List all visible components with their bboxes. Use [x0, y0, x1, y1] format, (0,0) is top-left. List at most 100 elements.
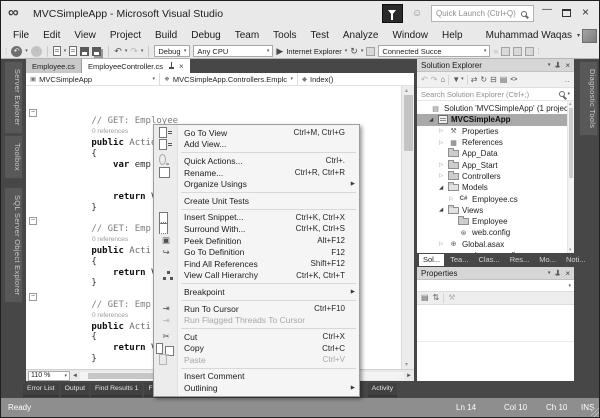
tool-window-tab[interactable]: Mo... [535, 254, 560, 266]
context-menu-item[interactable]: Paste Ctrl+V [154, 354, 359, 366]
navigate-back-caret-icon[interactable]: ▾ [25, 48, 28, 54]
tree-row[interactable]: ▷ ⊕ Global.asax [417, 239, 574, 250]
tree-row[interactable]: ▤ Solution 'MVCSimpleApp' (1 project) [417, 103, 574, 114]
context-menu-item[interactable]: Surround With... Ctrl+K, Ctrl+S [154, 223, 359, 235]
context-menu-item[interactable]: ↪ Go To Definition F12 [154, 246, 359, 258]
tree-row[interactable]: ▷ Controllers [417, 170, 574, 182]
context-menu-item[interactable]: Insert Snippet... Ctrl+K, Ctrl+X [154, 211, 359, 224]
solution-explorer-toolbar-icon[interactable]: ▾ [461, 77, 464, 82]
expander-icon[interactable]: ▷ [439, 162, 448, 168]
refresh-icon[interactable]: ↻ [350, 46, 358, 56]
solution-explorer-toolbar-icon[interactable]: ↶ [421, 75, 428, 84]
tree-row[interactable]: ▷ ⚒ Properties [417, 126, 574, 137]
menu-item[interactable]: Project [103, 28, 148, 43]
menu-item[interactable]: View [67, 28, 103, 43]
attach-icon[interactable] [366, 46, 376, 56]
pin-icon[interactable] [168, 62, 175, 70]
context-menu-item[interactable]: View Call Hierarchy Ctrl+K, Ctrl+T [154, 270, 359, 282]
context-menu-item[interactable]: Create Unit Tests [154, 195, 359, 207]
pin-icon[interactable] [555, 61, 561, 68]
tree-row[interactable]: ▷ App_Start [417, 159, 574, 170]
expander-icon[interactable]: ▷ [439, 173, 448, 179]
solution-explorer-search-input[interactable]: Search Solution Explorer (Ctrl+;) ▾ [417, 88, 574, 101]
menu-item[interactable]: Help [435, 28, 470, 43]
solution-explorer-toolbar-icon[interactable]: ▤ [500, 75, 508, 84]
expander-icon[interactable]: ▷ [439, 241, 448, 247]
project-dropdown[interactable]: ▣ MVCSimpleApp ▾ [26, 73, 160, 85]
window-position-caret-icon[interactable]: ▾ [548, 62, 551, 68]
context-menu-item[interactable]: ▣ Peek Definition Alt+F12 [154, 235, 359, 247]
context-menu-item[interactable]: Rename... Ctrl+R, Ctrl+R [154, 167, 359, 179]
scrollbar-thumb[interactable] [569, 108, 573, 178]
maximize-button[interactable] [562, 9, 571, 17]
browser-caret-icon[interactable]: ▾ [345, 48, 348, 54]
redo-icon[interactable]: ↷ [130, 46, 138, 56]
filter-button[interactable] [382, 4, 403, 23]
expander-icon[interactable]: ▷ [449, 196, 458, 202]
browser-target-button[interactable]: Internet Explorer [286, 47, 341, 56]
context-menu-item[interactable]: Breakpoint ▶ [154, 286, 359, 298]
expander-icon[interactable]: ▷ [439, 128, 448, 134]
undo-caret-icon[interactable]: ▾ [125, 48, 128, 54]
tree-row[interactable]: ▷ ▦ References [417, 137, 574, 148]
tree-row[interactable]: ◢ Models [417, 182, 574, 193]
context-menu-item[interactable]: Organize Usings ▶ [154, 178, 359, 190]
open-file-icon[interactable] [69, 46, 78, 56]
signed-in-user[interactable]: Muhammad Waqas [486, 30, 572, 41]
menu-item[interactable]: Edit [36, 28, 67, 43]
expander-icon[interactable]: ◢ [439, 207, 448, 213]
solution-explorer-toolbar-icon[interactable]: ⊟ [490, 75, 497, 84]
expander-icon[interactable]: ▷ [439, 140, 448, 146]
save-all-icon[interactable] [92, 46, 102, 56]
minimize-button[interactable]: — [542, 4, 552, 15]
properties-toolbar-icon[interactable]: ⚒ [448, 294, 455, 302]
connection-select[interactable]: Connected Succe ▾ [378, 45, 491, 57]
menu-item[interactable]: File [6, 28, 36, 43]
close-tab-icon[interactable]: × [179, 62, 184, 71]
context-menu-item[interactable]: ⇥ Run Flagged Threads To Cursor [154, 314, 359, 326]
expander-icon[interactable]: ◢ [439, 185, 448, 191]
tool-window-tab[interactable]: Res... [506, 254, 534, 266]
menu-item[interactable]: Team [228, 28, 266, 43]
solution-explorer-toolbar-icon[interactable] [448, 74, 450, 85]
resize-grip[interactable] [591, 408, 599, 417]
save-icon[interactable] [80, 46, 90, 56]
tool-window-tab[interactable]: Sol... [419, 254, 445, 266]
member-dropdown[interactable]: ◆ Index() [298, 73, 414, 85]
menu-item[interactable]: Build [148, 28, 184, 43]
context-menu-item[interactable]: Insert Comment [154, 371, 359, 383]
tree-row[interactable]: ⊛ web.config [417, 227, 574, 238]
left-vertical-tab[interactable]: SQL Server Object Explorer [4, 187, 23, 304]
fold-collapse-icon[interactable]: − [29, 109, 37, 117]
quick-launch-input[interactable]: Quick Launch (Ctrl+Q) [431, 5, 534, 22]
toolbar-overflow-icon[interactable]: » [493, 46, 498, 56]
window-position-caret-icon[interactable]: ▾ [548, 270, 551, 276]
new-project-icon[interactable] [52, 46, 61, 56]
menu-item[interactable]: Debug [184, 28, 227, 43]
undo-icon[interactable]: ↶ [114, 46, 122, 56]
tool-window-tab[interactable]: Clas... [474, 254, 503, 266]
solution-configuration-select[interactable]: Debug ▾ [154, 45, 191, 57]
solution-explorer-toolbar-icon[interactable]: ↷ [431, 75, 438, 84]
editor-vertical-scrollbar[interactable]: ▴ ▾ [401, 86, 414, 369]
find-in-files-icon[interactable] [501, 46, 511, 56]
user-caret-icon[interactable]: ▾ [577, 32, 580, 39]
solution-explorer-toolbar-icon[interactable]: ▼ [452, 75, 460, 84]
expander-icon[interactable]: ◢ [429, 117, 438, 123]
document-tab-employee[interactable]: Employee.cs [26, 59, 82, 73]
solution-explorer-toolbar-icon[interactable]: ↻ [480, 75, 487, 84]
scroll-down-icon[interactable]: ▾ [569, 247, 572, 253]
context-menu-item[interactable]: Find All References Shift+F12 [154, 258, 359, 270]
properties-grid[interactable] [417, 305, 574, 380]
tool-window-tab[interactable]: Noti... [562, 254, 590, 266]
tree-row[interactable]: Employee [417, 216, 574, 227]
left-vertical-tab[interactable]: Toolbox [4, 135, 23, 179]
start-debugging-icon[interactable]: ▶ [276, 46, 283, 56]
context-menu-item[interactable]: Copy Ctrl+C [154, 342, 359, 356]
bookmark-icon[interactable] [525, 46, 535, 56]
solution-explorer-toolbar-icon[interactable]: <> [510, 77, 517, 83]
tree-row[interactable]: App_Data [417, 148, 574, 159]
bottom-panel-tab[interactable]: Output [60, 382, 89, 397]
tree-scrollbar[interactable]: ▴ ▾ [567, 101, 574, 253]
feedback-smiley-icon[interactable]: ☺ [412, 8, 422, 19]
